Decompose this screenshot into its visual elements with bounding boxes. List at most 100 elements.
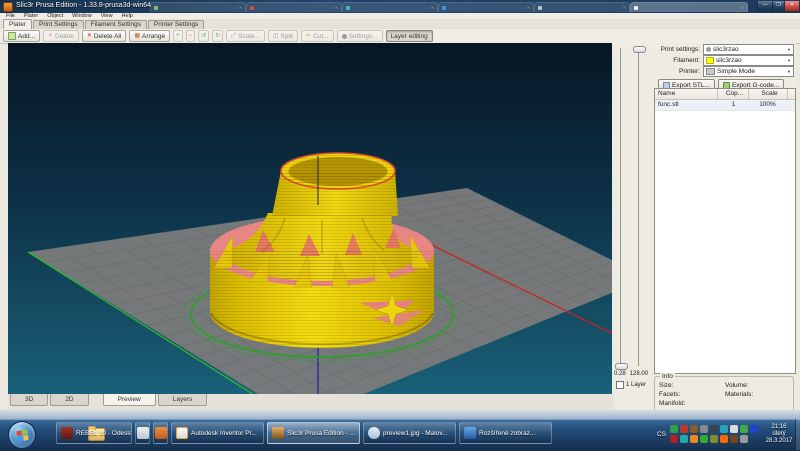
clock-date: 28.3.2017 bbox=[762, 438, 796, 445]
titlebar: Slic3r Prusa Edition - 1.33.8-prusa3d-wi… bbox=[0, 0, 800, 13]
view-tab-layers[interactable]: Layers bbox=[158, 394, 208, 406]
layer-slider-handle-top[interactable] bbox=[633, 46, 646, 53]
tray-icon[interactable] bbox=[710, 435, 718, 443]
more-copies-button[interactable]: + bbox=[173, 30, 183, 42]
scale-button[interactable]: ⤢Scale... bbox=[226, 30, 265, 42]
background-browser-tab: ✕ bbox=[630, 2, 748, 12]
background-browser-tab: ✕ bbox=[150, 2, 246, 12]
column-copies[interactable]: Cop... bbox=[718, 89, 749, 99]
taskbar-button-inventor[interactable]: Autodesk Inventor Pr... bbox=[171, 422, 264, 444]
minimize-button[interactable]: — bbox=[757, 1, 773, 12]
split-button[interactable]: ◫Split bbox=[268, 30, 298, 42]
app-window: Slic3r Prusa Edition - 1.33.8-prusa3d-wi… bbox=[0, 0, 800, 419]
tray-icon[interactable] bbox=[720, 425, 728, 433]
language-indicator[interactable]: CS bbox=[657, 431, 666, 438]
3d-viewport[interactable] bbox=[8, 43, 612, 394]
printer-select[interactable]: Simple Mode ▼ bbox=[703, 66, 794, 77]
layer-slider-track-low[interactable] bbox=[620, 48, 621, 366]
fewer-copies-button[interactable]: − bbox=[186, 30, 196, 42]
object-copies: 1 bbox=[717, 100, 747, 110]
tray-icon[interactable] bbox=[750, 425, 758, 433]
taskbar-button-paint[interactable]: preview1.jpg - Malov... bbox=[363, 422, 456, 444]
view-tabs: 3D 2D Preview Layers bbox=[8, 394, 614, 410]
background-browser-tab: ✕ bbox=[534, 2, 630, 12]
tray-icon[interactable] bbox=[670, 435, 678, 443]
taskbar-buttons: REBEL 10 - Odeslat o... Autodesk Invento… bbox=[56, 422, 552, 444]
start-button[interactable] bbox=[8, 421, 36, 449]
tray-icon[interactable] bbox=[680, 425, 688, 433]
window-bottom-frame bbox=[0, 410, 800, 419]
taskbar-button-app1[interactable] bbox=[135, 422, 150, 444]
print-settings-select[interactable]: slic3rzao ▼ bbox=[703, 44, 794, 55]
tray-icon[interactable] bbox=[730, 435, 738, 443]
show-desktop-button[interactable] bbox=[795, 419, 800, 450]
info-volume-label: Volume: bbox=[725, 382, 789, 391]
tab-filament-settings[interactable]: Filament Settings bbox=[85, 20, 147, 29]
tray-icon[interactable] bbox=[710, 425, 718, 433]
app-icon bbox=[155, 427, 167, 439]
taskbar-button-slic3r[interactable]: Slic3r Prusa Edition - ... bbox=[267, 422, 360, 444]
column-name[interactable]: Name bbox=[655, 89, 718, 99]
cut-button[interactable]: ✂Cut... bbox=[301, 30, 334, 42]
tray-icon[interactable] bbox=[680, 435, 688, 443]
tab-printer-settings[interactable]: Printer Settings bbox=[148, 20, 204, 29]
delete-button[interactable]: ✕Delete bbox=[43, 30, 79, 42]
tray-icon[interactable] bbox=[670, 425, 678, 433]
scale-icon: ⤢ bbox=[231, 33, 236, 39]
layer-slider-track-high[interactable] bbox=[638, 48, 639, 366]
layer-slider-handle-bottom[interactable] bbox=[615, 363, 628, 370]
taskbar-clock[interactable]: 21:16 úterý 28.3.2017 bbox=[762, 424, 796, 445]
split-icon: ◫ bbox=[273, 33, 279, 39]
tray-icons bbox=[670, 425, 758, 444]
delete-all-icon: ✕ bbox=[87, 33, 92, 39]
gear-icon bbox=[706, 47, 711, 52]
view-tab-3d[interactable]: 3D bbox=[10, 394, 48, 406]
model-funnel[interactable] bbox=[210, 153, 434, 348]
close-button[interactable]: ✕ bbox=[784, 1, 800, 12]
layer-editing-toggle[interactable]: Layer editing bbox=[386, 30, 433, 42]
3d-scene[interactable] bbox=[8, 43, 612, 394]
tray-icon[interactable] bbox=[690, 435, 698, 443]
tray-icon[interactable] bbox=[740, 425, 748, 433]
taskbar-button-display[interactable]: Rozšířené zobraz... bbox=[459, 422, 552, 444]
display-settings-icon bbox=[464, 427, 476, 439]
rotate-ccw-icon: ↺ bbox=[201, 33, 206, 39]
settings-button[interactable]: Settings... bbox=[337, 30, 383, 42]
layer-value-low: 0.28 bbox=[614, 371, 626, 377]
inventor-icon bbox=[176, 427, 188, 439]
printer-label: Printer: bbox=[654, 68, 703, 75]
system-tray: CS 21:16 úterý 28.3.2017 bbox=[657, 421, 796, 448]
add-button[interactable]: Add... bbox=[3, 30, 40, 42]
background-browser-tab: ✕ bbox=[246, 2, 342, 12]
view-tab-preview[interactable]: Preview bbox=[103, 394, 156, 406]
rotate-cw-button[interactable]: ↻ bbox=[212, 30, 223, 42]
tray-icon[interactable] bbox=[690, 425, 698, 433]
slic3r-icon bbox=[272, 427, 284, 439]
clock-time: 21:16 bbox=[762, 424, 796, 431]
delete-all-button[interactable]: ✕Delete All bbox=[82, 30, 127, 42]
filament-select[interactable]: slic3rzao ▼ bbox=[703, 55, 794, 66]
taskbar-button-rebel[interactable]: REBEL 10 - Odeslat o... bbox=[56, 422, 132, 444]
filament-color-swatch bbox=[706, 57, 714, 64]
chevron-down-icon: ▼ bbox=[787, 58, 791, 63]
tray-icon[interactable] bbox=[740, 435, 748, 443]
tray-icon[interactable] bbox=[730, 425, 738, 433]
tab-print-settings[interactable]: Print Settings bbox=[33, 20, 84, 29]
arrange-icon: ▦ bbox=[134, 33, 140, 39]
objects-list: Name Cop... Scale func.stl 1 100% bbox=[654, 88, 796, 374]
layer-slider-panel: 0.28 128.00 1 Layer bbox=[612, 43, 654, 412]
window-title: Slic3r Prusa Edition - 1.33.8-prusa3d-wi… bbox=[16, 2, 151, 9]
one-layer-checkbox[interactable] bbox=[616, 381, 624, 389]
minus-icon: − bbox=[189, 33, 193, 39]
rotate-ccw-button[interactable]: ↺ bbox=[198, 30, 209, 42]
tray-icon[interactable] bbox=[720, 435, 728, 443]
tab-plater[interactable]: Plater bbox=[3, 19, 32, 29]
add-icon bbox=[8, 32, 16, 40]
column-scale[interactable]: Scale bbox=[749, 89, 788, 99]
tray-icon[interactable] bbox=[700, 435, 708, 443]
taskbar-button-app2[interactable] bbox=[153, 422, 168, 444]
tray-icon[interactable] bbox=[700, 425, 708, 433]
arrange-button[interactable]: ▦Arrange bbox=[129, 30, 170, 42]
table-row[interactable]: func.stl 1 100% bbox=[655, 100, 795, 111]
view-tab-2d[interactable]: 2D bbox=[50, 394, 88, 406]
